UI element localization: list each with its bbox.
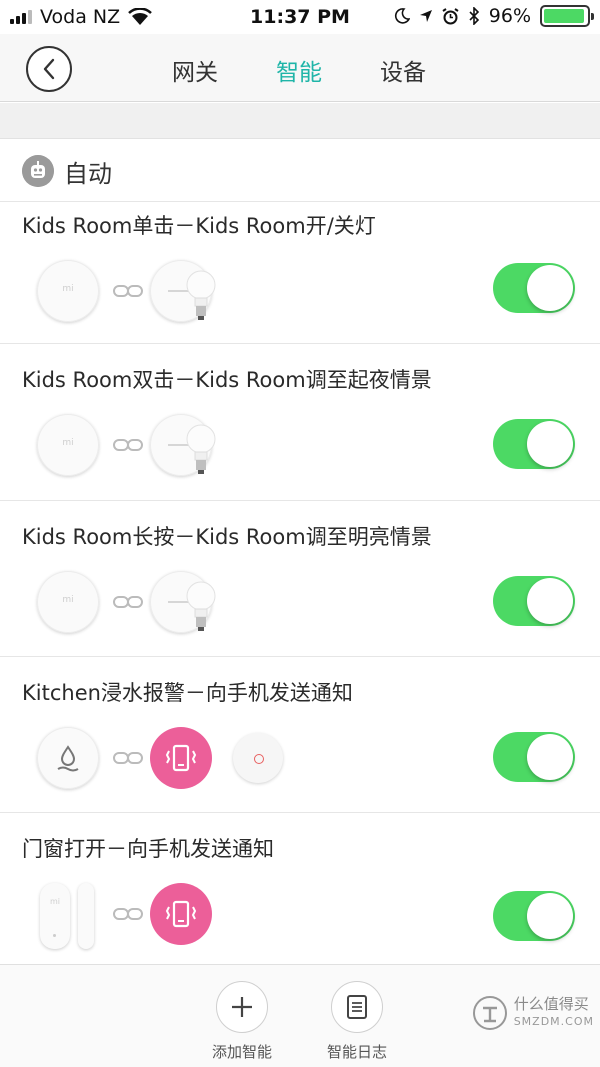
alarm-clock-icon bbox=[442, 7, 459, 24]
link-icon bbox=[113, 285, 143, 297]
rule-title: Kids Room单击－Kids Room开/关灯 bbox=[22, 214, 376, 238]
toggle-knob bbox=[527, 265, 573, 311]
robot-icon bbox=[22, 155, 54, 187]
battery-fill bbox=[544, 9, 585, 23]
chevron-left-icon bbox=[43, 58, 55, 80]
light-bulb-icon bbox=[186, 581, 216, 631]
wireless-switch-icon: mi bbox=[37, 571, 99, 633]
watermark-text: 什么值得买 SMZDM.COM bbox=[514, 995, 594, 1031]
vibrate-phone-icon bbox=[165, 744, 197, 772]
add-smart-button[interactable]: 添加智能 bbox=[202, 981, 282, 1062]
water-leak-sensor-icon bbox=[37, 727, 99, 789]
automation-rule[interactable]: Kitchen浸水报警－向手机发送通知 bbox=[0, 657, 600, 813]
link-icon bbox=[113, 596, 143, 608]
nav-bar: 网关 智能 设备 bbox=[0, 34, 600, 102]
watermark: 什么值得买 SMZDM.COM bbox=[472, 995, 594, 1031]
document-icon bbox=[347, 995, 367, 1019]
add-smart-label: 添加智能 bbox=[211, 1043, 272, 1061]
water-drop-icon bbox=[57, 745, 79, 772]
door-magnet-icon bbox=[78, 883, 94, 949]
device-logo-text: mi bbox=[49, 897, 60, 906]
section-header: 自动 bbox=[0, 140, 600, 202]
rule-toggle[interactable] bbox=[493, 576, 575, 626]
rule-toggle[interactable] bbox=[493, 732, 575, 782]
tab-devices[interactable]: 设备 bbox=[380, 53, 426, 87]
rule-toggle[interactable] bbox=[493, 891, 575, 941]
watermark-line2: SMZDM.COM bbox=[513, 1015, 594, 1028]
toggle-knob bbox=[527, 734, 573, 780]
device-logo-text: mi bbox=[62, 595, 74, 605]
location-arrow-icon bbox=[419, 10, 432, 22]
rule-title: 门窗打开－向手机发送通知 bbox=[22, 837, 274, 861]
automation-rule[interactable]: Kids Room单击－Kids Room开/关灯 mi bbox=[0, 202, 600, 344]
moon-icon bbox=[394, 8, 410, 24]
status-bar: Voda NZ 11:37 PM 96% bbox=[0, 0, 600, 34]
light-bulb-icon bbox=[186, 424, 216, 474]
rule-title: Kids Room双击－Kids Room调至起夜情景 bbox=[22, 368, 432, 392]
gateway-alarm-icon bbox=[233, 733, 283, 783]
device-logo-text: mi bbox=[62, 438, 74, 448]
smart-log-button[interactable]: 智能日志 bbox=[317, 981, 397, 1062]
light-bulb-icon bbox=[186, 270, 216, 320]
battery-icon bbox=[540, 5, 594, 27]
watermark-line1: 什么值得买 bbox=[513, 995, 589, 1013]
back-button[interactable] bbox=[26, 46, 72, 92]
smart-log-label: 智能日志 bbox=[326, 1043, 387, 1061]
link-icon bbox=[113, 752, 143, 764]
section-title: 自动 bbox=[64, 160, 112, 188]
rule-toggle[interactable] bbox=[493, 263, 575, 313]
phone-notification-icon bbox=[150, 727, 212, 789]
automation-rule[interactable]: 门窗打开－向手机发送通知 mi bbox=[0, 813, 600, 964]
toggle-knob bbox=[527, 893, 573, 939]
link-icon bbox=[113, 439, 143, 451]
rule-title: Kids Room长按－Kids Room调至明亮情景 bbox=[22, 525, 432, 549]
device-logo-text: mi bbox=[62, 284, 74, 294]
link-icon bbox=[113, 908, 143, 920]
phone-notification-icon bbox=[150, 883, 212, 945]
smzdm-logo-icon bbox=[472, 996, 507, 1030]
bluetooth-icon bbox=[469, 7, 479, 25]
tab-gateway[interactable]: 网关 bbox=[172, 53, 218, 87]
log-circle bbox=[331, 981, 383, 1033]
tab-smart[interactable]: 智能 bbox=[276, 53, 322, 87]
wireless-switch-icon: mi bbox=[37, 414, 99, 476]
add-circle bbox=[216, 981, 268, 1033]
bottom-toolbar: 添加智能 智能日志 什么值得买 SMZDM.COM bbox=[0, 964, 600, 1067]
automation-rule[interactable]: Kids Room双击－Kids Room调至起夜情景 mi bbox=[0, 344, 600, 501]
rule-title: Kitchen浸水报警－向手机发送通知 bbox=[22, 681, 353, 705]
vibrate-phone-icon bbox=[165, 900, 197, 928]
wireless-switch-icon: mi bbox=[37, 260, 99, 322]
plus-icon bbox=[232, 997, 252, 1017]
section-spacer bbox=[0, 103, 600, 139]
toggle-knob bbox=[527, 578, 573, 624]
rule-toggle[interactable] bbox=[493, 419, 575, 469]
status-right: 96% bbox=[394, 5, 594, 27]
door-window-sensor-icon: mi bbox=[40, 883, 70, 949]
battery-percent: 96% bbox=[488, 5, 531, 27]
toggle-knob bbox=[527, 421, 573, 467]
automation-rule[interactable]: Kids Room长按－Kids Room调至明亮情景 mi bbox=[0, 501, 600, 657]
